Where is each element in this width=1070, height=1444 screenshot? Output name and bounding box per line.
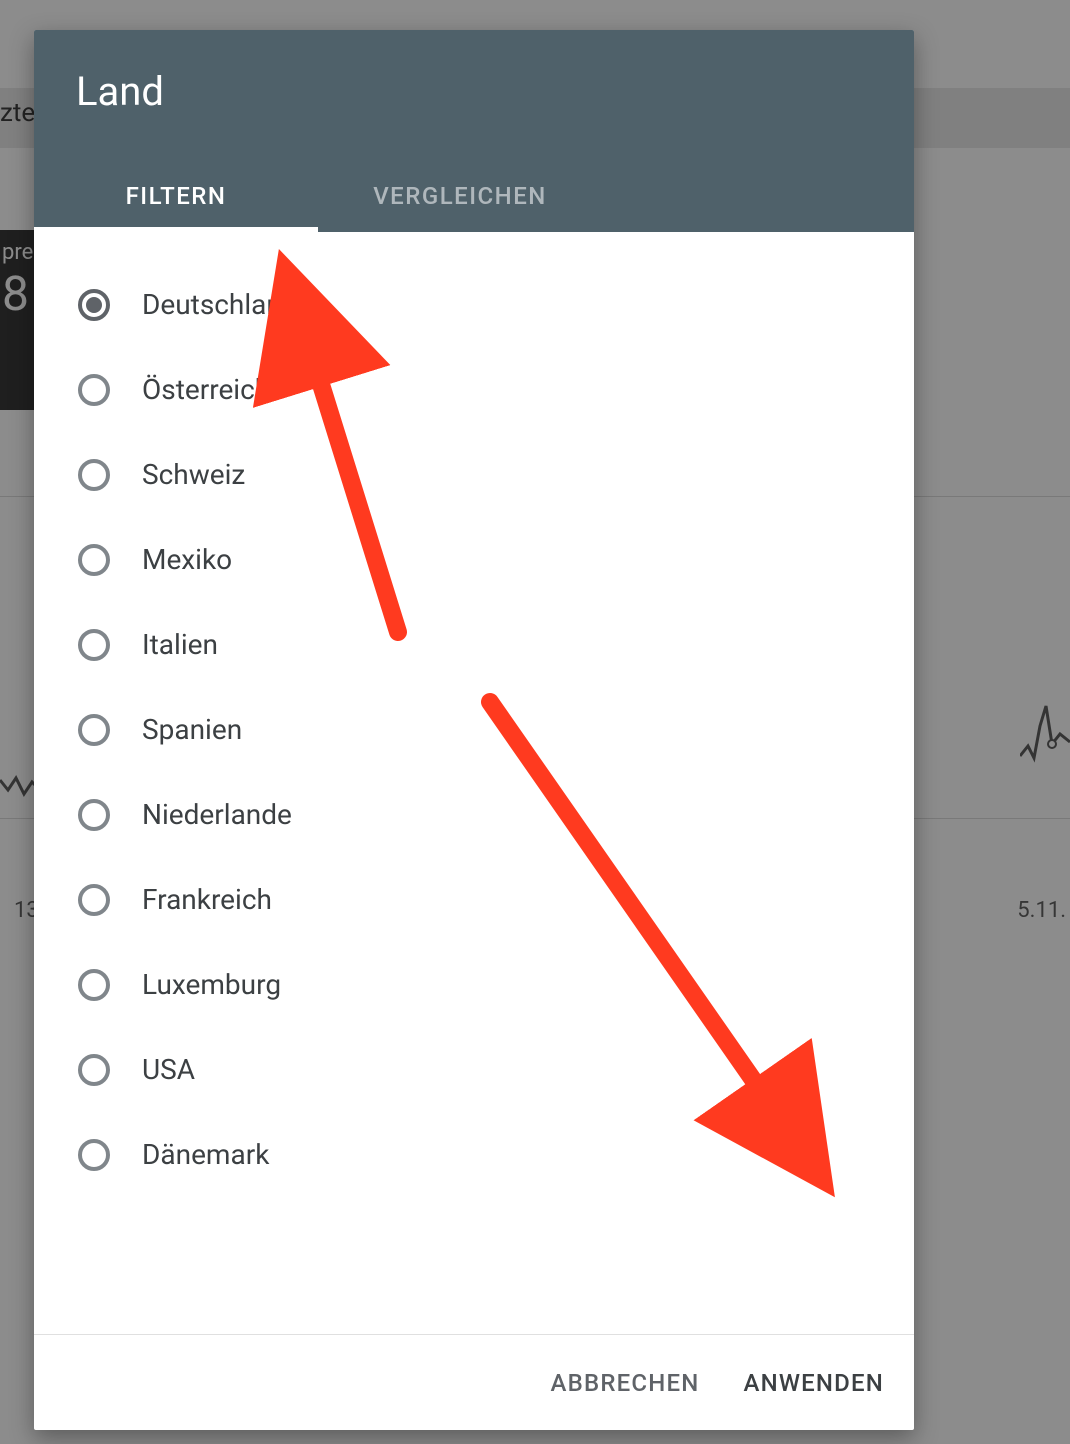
apply-button[interactable]: ANWENDEN [743, 1369, 884, 1397]
country-option-label: Deutschland [142, 288, 298, 321]
country-option[interactable]: Niederlande [78, 772, 914, 857]
country-option-label: USA [142, 1053, 195, 1086]
country-option-label: Dänemark [142, 1138, 269, 1171]
country-option[interactable]: Frankreich [78, 857, 914, 942]
tab-compare[interactable]: VERGLEICHEN [318, 160, 602, 232]
country-option[interactable]: Italien [78, 602, 914, 687]
country-option-label: Italien [142, 628, 218, 661]
tab-filter[interactable]: FILTERN [34, 160, 318, 232]
radio-icon [78, 1054, 110, 1086]
country-option[interactable]: Luxemburg [78, 942, 914, 1027]
country-option[interactable]: Dänemark [78, 1112, 914, 1197]
tab-compare-label: VERGLEICHEN [373, 182, 547, 210]
dialog-tabs: FILTERN VERGLEICHEN [34, 160, 914, 232]
country-option[interactable]: Mexiko [78, 517, 914, 602]
country-option[interactable]: USA [78, 1027, 914, 1112]
country-option[interactable]: Deutschland [78, 262, 914, 347]
dialog-title: Land [34, 30, 914, 160]
radio-icon [78, 1139, 110, 1171]
radio-icon [78, 884, 110, 916]
country-option-label: Luxemburg [142, 968, 281, 1001]
country-option[interactable]: Österreich [78, 347, 914, 432]
country-option-list: Deutschland Österreich Schweiz Mexiko Italie… [34, 232, 914, 1334]
tab-filter-label: FILTERN [126, 182, 227, 210]
dialog-header: Land FILTERN VERGLEICHEN [34, 30, 914, 232]
radio-icon [78, 969, 110, 1001]
country-option-label: Frankreich [142, 883, 272, 916]
country-option-label: Mexiko [142, 543, 232, 576]
country-filter-dialog: Land FILTERN VERGLEICHEN Deutschland Öste… [34, 30, 914, 1430]
country-option-label: Niederlande [142, 798, 292, 831]
dialog-footer: ABBRECHEN ANWENDEN [34, 1334, 914, 1430]
radio-icon [78, 374, 110, 406]
radio-icon [78, 289, 110, 321]
radio-icon [78, 544, 110, 576]
radio-icon [78, 459, 110, 491]
radio-icon [78, 714, 110, 746]
country-option-label: Österreich [142, 373, 270, 406]
radio-icon [78, 799, 110, 831]
country-option[interactable]: Schweiz [78, 432, 914, 517]
country-option-label: Schweiz [142, 458, 245, 491]
country-option-label: Spanien [142, 713, 242, 746]
radio-icon [78, 629, 110, 661]
country-option[interactable]: Spanien [78, 687, 914, 772]
cancel-button[interactable]: ABBRECHEN [551, 1369, 700, 1397]
